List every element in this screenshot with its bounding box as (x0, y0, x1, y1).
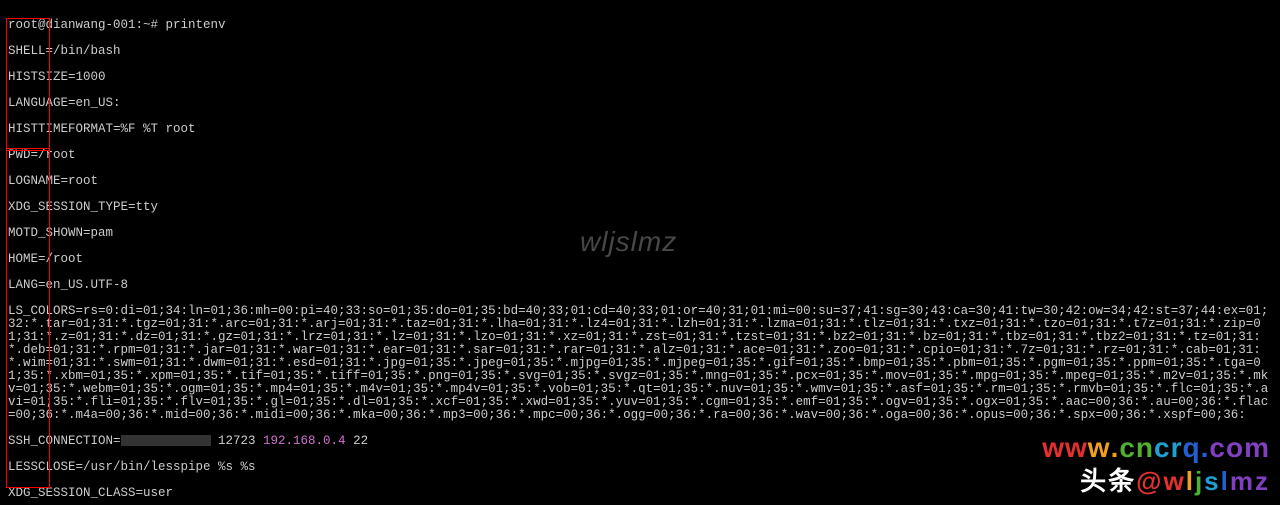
env-line: HISTSIZE=1000 (8, 71, 1272, 84)
env-value: 12723 (211, 434, 264, 448)
ip-address: 192.168.0.4 (263, 434, 346, 448)
prompt-line-1: root@dianwang-001:~# printenv (8, 19, 1272, 32)
env-line: LANGUAGE=en_US: (8, 97, 1272, 110)
env-line: LESSCLOSE=/usr/bin/lesspipe %s %s (8, 461, 1272, 474)
env-line: HISTTIMEFORMAT=%F %T root (8, 123, 1272, 136)
env-line: LANG=en_US.UTF-8 (8, 279, 1272, 292)
env-line: SSH_CONNECTION= 12723 192.168.0.4 22 (8, 435, 1272, 448)
terminal-window[interactable]: root@dianwang-001:~# printenv SHELL=/bin… (0, 0, 1280, 505)
env-line: LOGNAME=root (8, 175, 1272, 188)
env-line: SHELL=/bin/bash (8, 45, 1272, 58)
prompt-path: :~# (136, 18, 166, 32)
env-line: XDG_SESSION_CLASS=user (8, 487, 1272, 500)
env-line: PWD=/root (8, 149, 1272, 162)
env-line: MOTD_SHOWN=pam (8, 227, 1272, 240)
command: printenv (166, 18, 226, 32)
redacted-block (121, 435, 211, 446)
env-line: LS_COLORS=rs=0:di=01;34:ln=01;36:mh=00:p… (8, 305, 1272, 422)
env-key: SSH_CONNECTION= (8, 434, 121, 448)
env-value: 22 (346, 434, 369, 448)
env-line: XDG_SESSION_TYPE=tty (8, 201, 1272, 214)
env-line: HOME=/root (8, 253, 1272, 266)
prompt-user-host: root@dianwang-001 (8, 18, 136, 32)
